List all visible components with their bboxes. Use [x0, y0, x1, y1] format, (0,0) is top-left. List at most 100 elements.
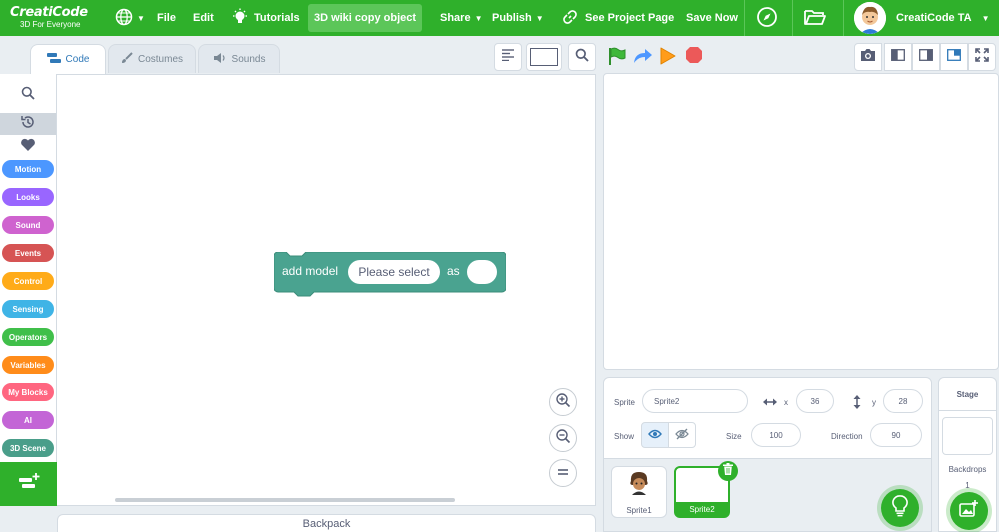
x-field[interactable]: 36	[796, 389, 834, 413]
category-variables[interactable]: Variables	[2, 356, 54, 374]
file-menu[interactable]: File	[157, 0, 176, 36]
edit-menu[interactable]: Edit	[193, 0, 214, 36]
split-layout-button[interactable]	[940, 43, 968, 71]
turbo-mode-button[interactable]	[632, 46, 654, 66]
equals-icon	[557, 464, 569, 482]
category-sensing[interactable]: Sensing	[2, 300, 54, 318]
sprite-name: Sprite1	[626, 505, 652, 515]
category-my-blocks[interactable]: My Blocks	[2, 383, 54, 401]
large-stage-button[interactable]	[912, 43, 940, 71]
menu-divider	[744, 0, 745, 36]
tutorials-menu[interactable]: Tutorials	[232, 0, 300, 36]
add-model-block[interactable]: add model Please select as	[274, 252, 506, 298]
sprite-name-field[interactable]: Sprite2	[642, 389, 748, 413]
save-now-button[interactable]: Save Now	[686, 0, 738, 36]
block-label-as: as	[447, 264, 460, 278]
project-title[interactable]: 3D wiki copy object	[308, 4, 422, 32]
category-motion[interactable]: Motion	[2, 160, 54, 178]
align-left-icon	[501, 48, 515, 66]
stage-canvas[interactable]	[603, 73, 999, 370]
language-menu[interactable]: ▼	[115, 0, 145, 36]
user-name: CreatiCode TA	[896, 12, 972, 24]
zoom-reset-button[interactable]	[549, 459, 577, 487]
category-operators[interactable]: Operators	[2, 328, 54, 346]
sprite-ai-assistant-button[interactable]	[881, 489, 919, 527]
fullscreen-button[interactable]	[968, 43, 996, 71]
folder-icon	[803, 7, 827, 30]
y-label: y	[872, 398, 876, 407]
user-menu[interactable]: CreatiCode TA ▼	[896, 0, 990, 36]
green-flag-button[interactable]	[607, 46, 627, 66]
large-stage-icon	[919, 48, 933, 66]
add-extension-button[interactable]	[0, 462, 57, 506]
sprite-thumbnail[interactable]: Sprite1	[611, 466, 667, 518]
category-events[interactable]: Events	[2, 244, 54, 262]
category-looks[interactable]: Looks	[2, 188, 54, 206]
hide-sprite-button[interactable]	[668, 422, 696, 448]
category-ai[interactable]: AI	[2, 411, 54, 429]
category-3d-scene[interactable]: 3D Scene	[2, 439, 54, 457]
play-button[interactable]	[659, 46, 677, 66]
share-menu[interactable]: Share ▼	[440, 0, 483, 36]
publish-label: Publish	[492, 12, 532, 24]
user-avatar[interactable]	[854, 2, 886, 34]
tab-costumes[interactable]: Costumes	[108, 44, 196, 73]
small-stage-button[interactable]	[884, 43, 912, 71]
globe-icon	[115, 8, 133, 29]
search-blocks-button[interactable]	[568, 43, 596, 71]
show-label: Show	[614, 432, 635, 441]
play-icon	[659, 47, 677, 70]
tutorials-label: Tutorials	[254, 12, 300, 24]
eye-slash-icon	[675, 428, 689, 442]
direction-field[interactable]: 90	[870, 423, 922, 447]
stage-selector-panel[interactable]: Stage Backdrops 1	[938, 377, 997, 532]
fullscreen-icon	[975, 47, 989, 67]
heart-icon	[20, 138, 36, 157]
tab-code[interactable]: Code	[30, 44, 106, 74]
publish-menu[interactable]: Publish ▼	[492, 0, 544, 36]
stage-thumbnail[interactable]	[942, 417, 993, 455]
logo-name: CreatiCode	[10, 5, 88, 20]
zoom-out-icon	[555, 428, 571, 449]
tab-sounds[interactable]: Sounds	[198, 44, 280, 73]
code-color-picker[interactable]	[526, 43, 562, 71]
fast-arrow-icon	[632, 49, 654, 70]
add-image-icon	[959, 499, 979, 523]
chevron-down-icon: ▼	[137, 13, 145, 23]
see-project-page-link[interactable]: See Project Page	[563, 0, 674, 36]
favorites-category[interactable]	[0, 136, 56, 158]
name-input[interactable]	[467, 260, 497, 284]
logo-tagline: 3D For Everyone	[20, 20, 81, 29]
my-projects-folder-button[interactable]	[803, 0, 827, 36]
history-icon	[20, 114, 36, 135]
chevron-down-icon: ▼	[474, 13, 483, 23]
block-categories: Motion Looks Sound Events Control Sensin…	[0, 74, 57, 462]
recent-blocks-category[interactable]	[0, 113, 56, 135]
category-control[interactable]: Control	[2, 272, 54, 290]
code-workspace[interactable]: add model Please select as	[57, 74, 596, 506]
compass-icon	[756, 6, 778, 31]
tab-costumes-label: Costumes	[137, 53, 183, 65]
horizontal-scrollbar[interactable]	[115, 498, 455, 502]
show-sprite-button[interactable]	[641, 422, 669, 448]
creaticode-logo[interactable]: CreatiCode 3D For Everyone	[10, 4, 88, 32]
backpack-panel[interactable]: Backpack	[57, 514, 596, 532]
model-dropdown[interactable]: Please select	[348, 260, 440, 284]
paintbrush-icon	[121, 51, 133, 67]
tab-code-label: Code	[65, 54, 90, 65]
size-field[interactable]: 100	[751, 423, 801, 447]
screenshot-button[interactable]	[854, 43, 882, 71]
y-field[interactable]: 28	[883, 389, 923, 413]
backdrops-count: 1	[965, 481, 970, 490]
category-sound[interactable]: Sound	[2, 216, 54, 234]
zoom-out-button[interactable]	[549, 424, 577, 452]
delete-sprite-button[interactable]	[718, 461, 738, 481]
stop-button[interactable]	[684, 45, 704, 65]
explore-compass-button[interactable]	[756, 0, 778, 36]
size-label: Size	[726, 432, 742, 441]
zoom-in-button[interactable]	[549, 388, 577, 416]
add-backdrop-button[interactable]	[950, 492, 988, 530]
chevron-down-icon: ▼	[981, 13, 990, 23]
format-code-button[interactable]	[494, 43, 522, 71]
search-blocks-category[interactable]	[0, 84, 56, 106]
